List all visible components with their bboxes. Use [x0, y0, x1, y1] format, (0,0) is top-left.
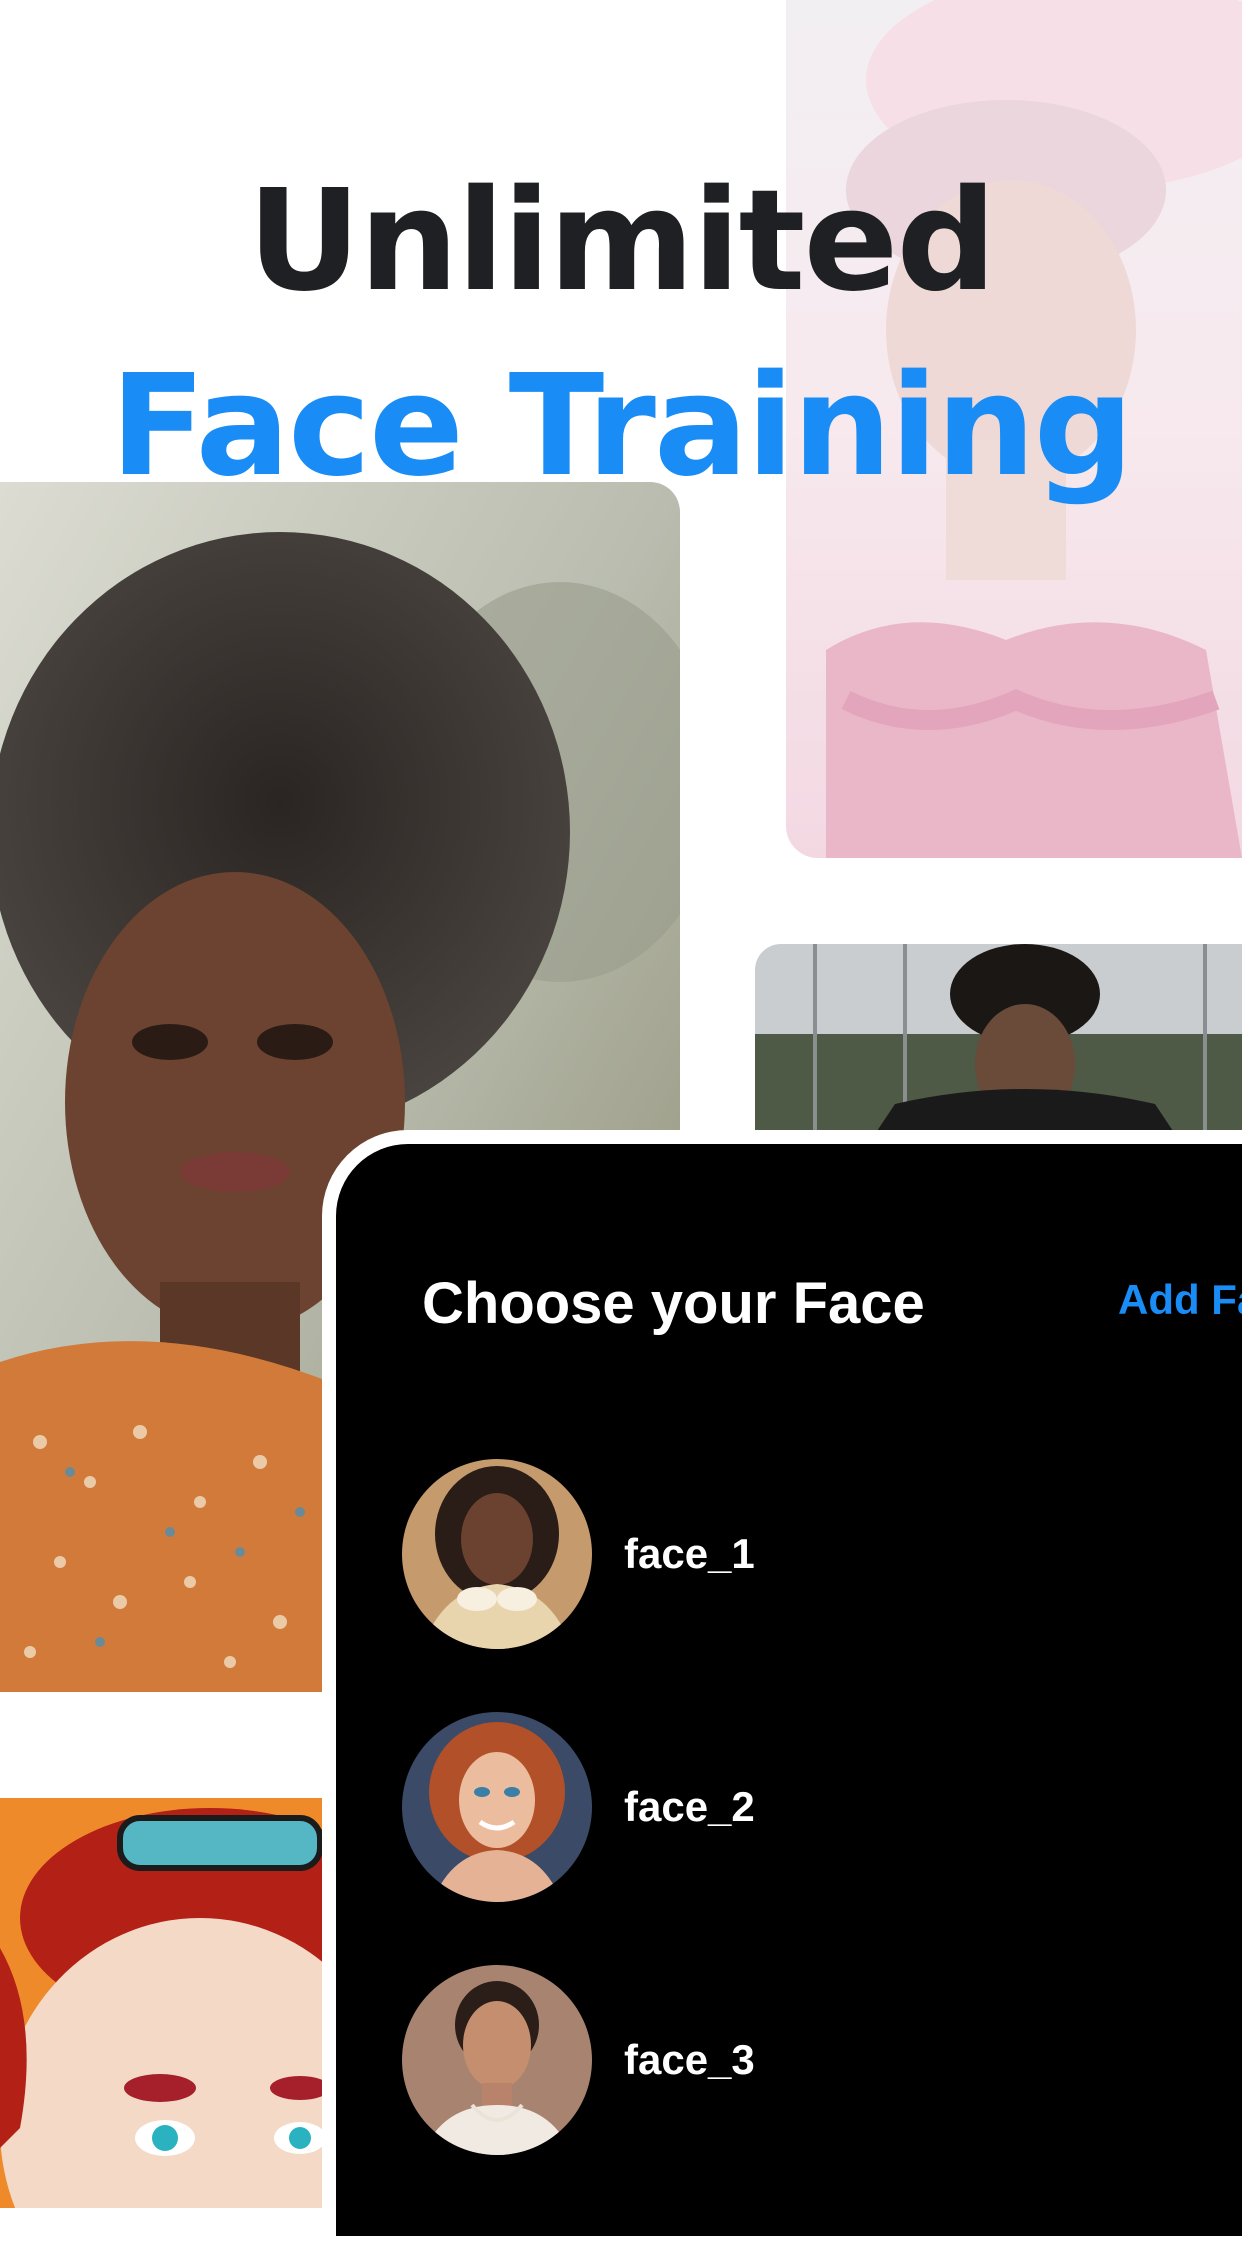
face-1-label: face_1	[624, 1530, 755, 1577]
choose-face-panel: Choose your Face Add Fa face_1	[322, 1130, 1242, 2250]
face-2-avatar	[402, 1712, 592, 1902]
face-list-item-1[interactable]: face_1	[402, 1458, 1102, 1650]
headline-line-1: Unlimited	[247, 160, 996, 323]
pop-art-photo	[0, 1798, 322, 2208]
add-face-button[interactable]: Add Fa	[1118, 1276, 1242, 1324]
face-list-item-2[interactable]: face_2	[402, 1711, 1102, 1903]
man-photo	[755, 944, 1242, 1134]
face-3-label: face_3	[624, 2036, 755, 2083]
headline-line-2: Face Training	[110, 345, 1134, 508]
panel-title: Choose your Face	[422, 1271, 925, 1336]
face-1-avatar	[402, 1459, 592, 1649]
face-3-avatar	[402, 1965, 592, 2155]
face-2-label: face_2	[624, 1783, 755, 1830]
face-list-item-3[interactable]: face_3	[402, 1964, 1102, 2156]
